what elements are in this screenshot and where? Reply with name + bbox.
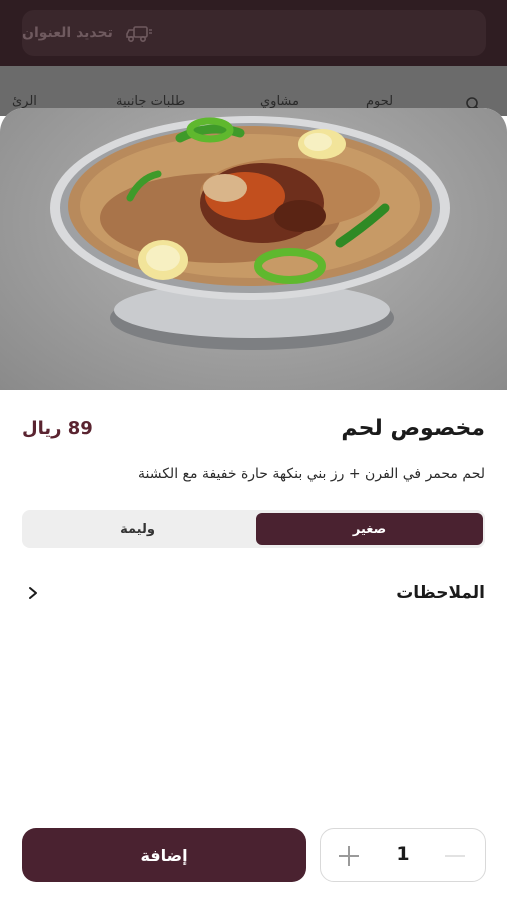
size-option-small[interactable]: صغير	[256, 513, 483, 545]
quantity-stepper: 1	[320, 828, 486, 882]
minus-icon[interactable]	[441, 842, 469, 870]
tab-main[interactable]: الرئ	[12, 94, 37, 109]
delivery-truck-icon	[126, 26, 152, 43]
notes-row[interactable]: الملاحظات	[22, 578, 485, 610]
notes-label: الملاحظات	[396, 583, 485, 603]
tab-grills[interactable]: مشاوي	[260, 94, 299, 109]
plus-icon[interactable]	[335, 842, 363, 870]
product-image	[0, 108, 507, 390]
dish-illustration	[50, 116, 450, 350]
product-description: لحم محمر في الفرن + رز بني بنكهة حارة خف…	[137, 466, 485, 482]
top-bar: تحديد العنوان	[0, 0, 507, 66]
quantity-value: 1	[396, 843, 410, 865]
add-to-cart-button[interactable]: إضافة	[22, 828, 306, 882]
tab-sides[interactable]: طلبات جانبية	[116, 94, 185, 109]
tab-meats[interactable]: لحوم	[366, 94, 393, 109]
product-price: 89 ريال	[22, 418, 93, 439]
product-title: مخصوص لحم	[341, 416, 485, 441]
size-option-feast[interactable]: وليمة	[24, 513, 251, 545]
select-address-button[interactable]: تحديد العنوان	[22, 10, 486, 56]
address-label: تحديد العنوان	[22, 25, 113, 41]
chevron-right-icon	[29, 587, 37, 599]
product-bottom-sheet: مخصوص لحم 89 ريال لحم محمر في الفرن + رز…	[0, 108, 507, 900]
size-selector: صغير وليمة	[22, 510, 485, 548]
